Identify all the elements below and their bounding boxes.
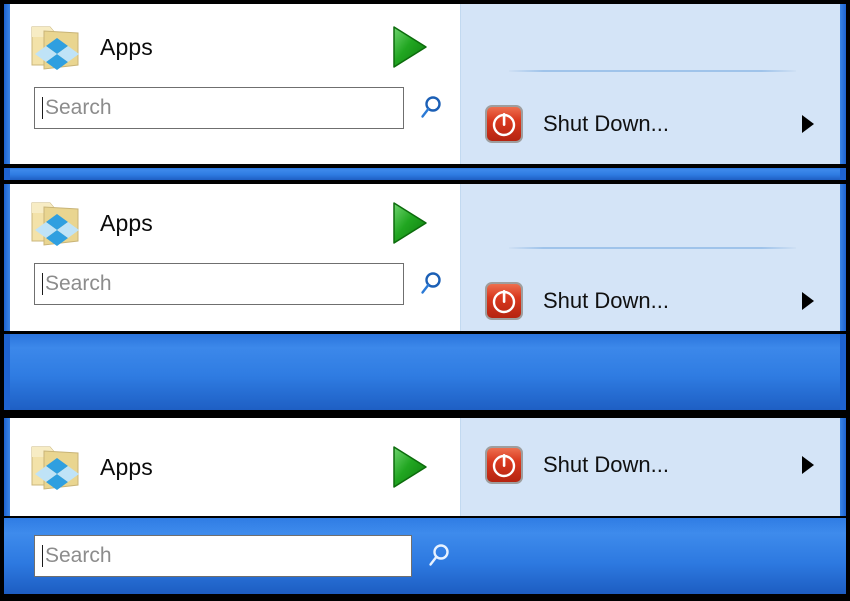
search-magnifier-icon[interactable] <box>418 94 444 122</box>
shut-down-item[interactable]: Shut Down... <box>461 278 840 324</box>
start-menu-left-column-1: Apps Search <box>10 4 460 164</box>
taskbar-search-band: Search <box>4 518 846 594</box>
apps-label: Apps <box>100 209 153 236</box>
power-shutdown-icon <box>483 444 525 486</box>
folder-apps-icon <box>28 441 86 493</box>
search-row-3: Search <box>10 532 840 580</box>
search-input[interactable]: Search <box>34 87 404 129</box>
search-placeholder: Search <box>45 96 112 119</box>
panel-right-edge <box>840 4 846 164</box>
shut-down-item[interactable]: Shut Down... <box>461 101 840 147</box>
search-input[interactable]: Search <box>34 263 404 305</box>
search-row-1: Search <box>10 84 460 132</box>
aero-band-2 <box>4 334 846 410</box>
shut-down-label: Shut Down... <box>543 288 669 313</box>
right-column-separator <box>509 70 796 72</box>
power-shutdown-icon <box>483 280 525 322</box>
start-menu-left-column-2: Apps Search <box>10 184 460 331</box>
apps-label: Apps <box>100 33 153 60</box>
play-arrow-icon[interactable] <box>390 199 430 247</box>
shut-down-label: Shut Down... <box>543 452 669 477</box>
apps-item-3[interactable]: Apps <box>10 436 460 498</box>
panel-left-edge <box>4 184 10 331</box>
start-menu-panel-1: Apps Search Shut Down... <box>4 4 846 164</box>
play-arrow-icon[interactable] <box>390 443 430 491</box>
band-right-edge <box>840 334 846 410</box>
search-placeholder: Search <box>45 544 112 567</box>
search-row-2: Search <box>10 260 460 308</box>
start-menu-right-column-3: Shut Down... <box>460 418 840 516</box>
right-column-separator <box>509 247 796 249</box>
search-placeholder: Search <box>45 272 112 295</box>
power-shutdown-icon <box>483 103 525 145</box>
text-caret <box>42 97 43 119</box>
panel-right-edge <box>840 418 846 516</box>
start-menu-panel-3: Apps Shut Down... <box>4 418 846 516</box>
chevron-right-icon[interactable] <box>802 115 814 133</box>
panel-left-edge <box>4 4 10 164</box>
start-menu-right-column-2: Shut Down... <box>460 184 840 331</box>
band-left-edge <box>4 168 10 180</box>
band-left-edge <box>4 334 10 410</box>
panel-left-edge <box>4 418 10 516</box>
folder-apps-icon <box>28 197 86 249</box>
folder-apps-icon <box>28 21 86 73</box>
band-right-edge <box>840 168 846 180</box>
screenshot-stage: Apps Search Shut Down... Apps Search Shu… <box>0 0 850 601</box>
apps-item-1[interactable]: Apps <box>10 16 460 78</box>
shut-down-label: Shut Down... <box>543 111 669 136</box>
aero-band-1 <box>4 168 846 180</box>
text-caret <box>42 545 43 567</box>
panel-right-edge <box>840 184 846 331</box>
chevron-right-icon[interactable] <box>802 292 814 310</box>
shut-down-item[interactable]: Shut Down... <box>461 442 840 488</box>
play-arrow-icon[interactable] <box>390 23 430 71</box>
apps-label: Apps <box>100 453 153 480</box>
start-menu-right-column-1: Shut Down... <box>460 4 840 164</box>
chevron-right-icon[interactable] <box>802 456 814 474</box>
start-menu-left-column-3: Apps <box>10 418 460 516</box>
text-caret <box>42 273 43 295</box>
start-menu-panel-2: Apps Search Shut Down... <box>4 184 846 331</box>
search-magnifier-icon[interactable] <box>418 270 444 298</box>
search-input[interactable]: Search <box>34 535 412 577</box>
search-magnifier-icon[interactable] <box>426 542 452 570</box>
apps-item-2[interactable]: Apps <box>10 192 460 254</box>
